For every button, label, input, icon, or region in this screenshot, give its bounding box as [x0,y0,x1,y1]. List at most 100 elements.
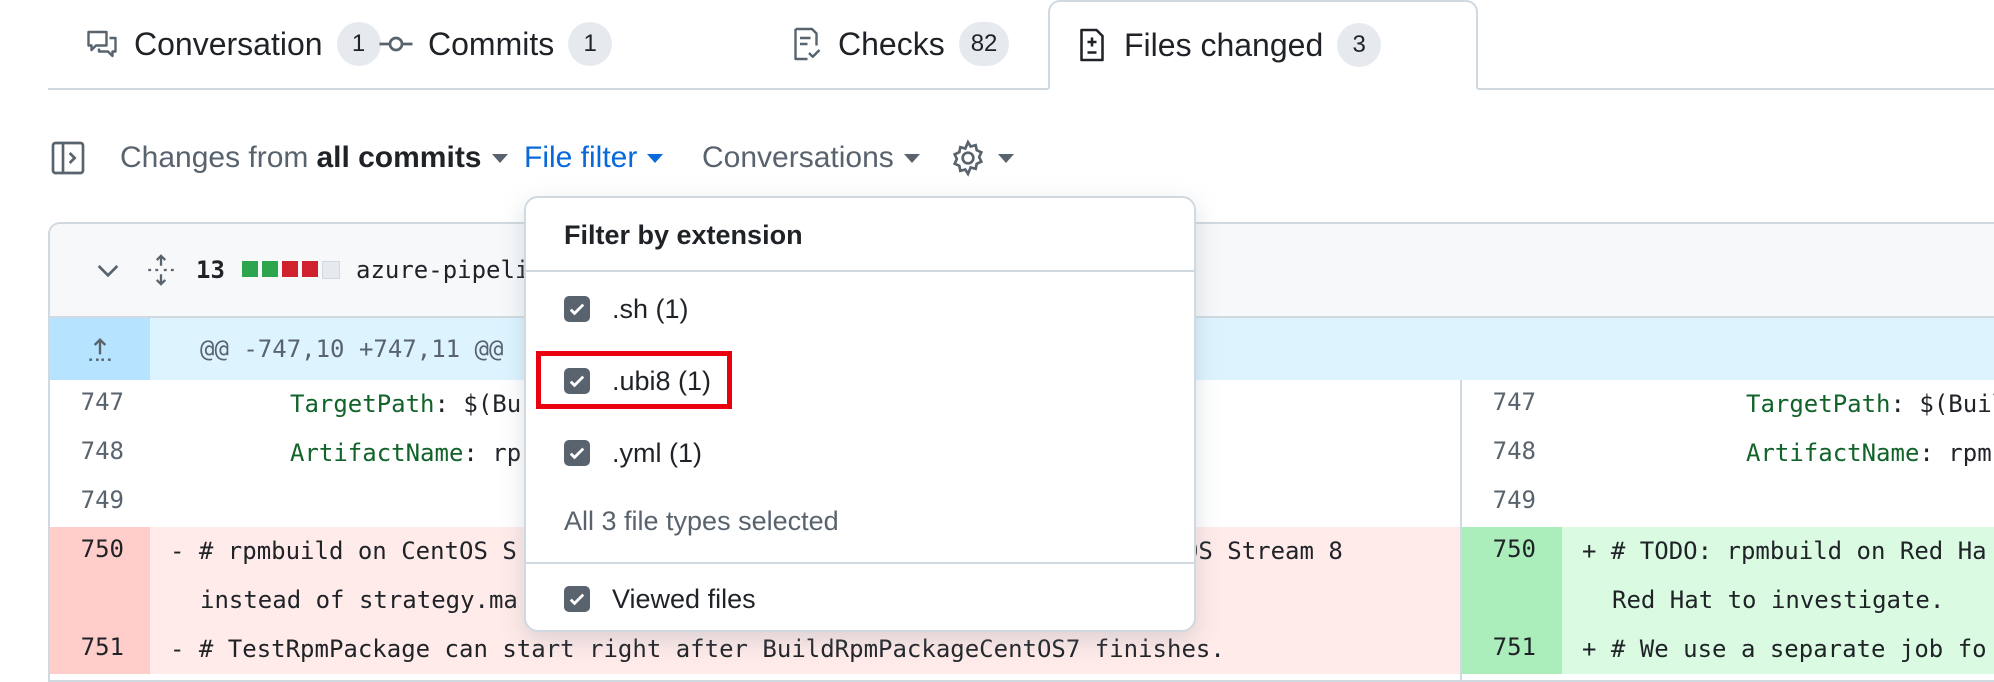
highlight-box [536,351,732,409]
line-number[interactable]: 750 [1462,527,1562,576]
code-line: TargetPath: $(Build. [1562,380,1994,429]
conversations-dropdown[interactable]: Conversations [702,130,920,186]
checkbox-checked-icon[interactable] [564,586,590,612]
caret-down-icon [492,154,508,163]
tab-counter: 1 [568,22,612,66]
tab-label: Files changed [1124,27,1323,64]
tab-checks[interactable]: Checks 82 [764,0,1033,88]
diff-toolbar: Changes from all commits File filter Con… [48,130,1048,186]
tab-counter: 3 [1337,23,1381,67]
line-number [50,576,150,625]
file-filter-menu: Filter by extension .sh (1) .ubi8 (1) .y… [524,196,1196,632]
tab-label: Checks [838,26,945,63]
yaml-value: : rpm-ce [1919,439,1994,467]
line-number[interactable]: 749 [50,478,150,527]
tab-counter: 82 [959,22,1010,66]
collapse-file-button[interactable] [92,224,124,316]
diff-marker: + [1582,537,1596,565]
caret-down-icon [904,154,920,163]
code-line [1562,478,1994,527]
fold-up-icon [84,333,116,365]
filter-option-sh[interactable]: .sh (1) [564,286,689,332]
conversations-label: Conversations [702,141,894,175]
caret-down-icon [998,154,1014,163]
changes-from-value: all commits [316,141,481,175]
code-text: Red Hat to investigate. [1612,586,1944,614]
yaml-value: : rp [463,439,521,467]
filter-option-yml[interactable]: .yml (1) [564,430,702,476]
code-text: instead of strategy.ma [200,586,518,614]
filter-option-label: Viewed files [612,584,756,615]
filter-option-label: .yml (1) [612,438,702,469]
menu-divider [526,270,1194,272]
file-filter-label: File filter [524,141,637,175]
line-number[interactable]: 751 [1462,625,1562,674]
yaml-value: : $(Bu [435,390,522,418]
tab-label: Conversation [134,26,323,63]
line-number[interactable]: 750 [50,527,150,576]
file-filter-dropdown[interactable]: File filter [524,130,663,186]
code-text: # rpmbuild on CentOS S [199,537,517,565]
menu-divider [526,562,1194,564]
line-number[interactable]: 747 [1462,380,1562,429]
yaml-value: : $(Build. [1891,390,1994,418]
diff-marker: - [170,537,184,565]
gear-icon [948,138,988,178]
diffstat-block-added [242,261,258,277]
checkbox-checked-icon[interactable] [564,440,590,466]
code-line: ArtifactName: rpm-ce [1562,429,1994,478]
changes-from-label: Changes from [120,141,308,175]
yaml-key: ArtifactName [290,439,463,467]
diff-marker: - [170,635,184,663]
expand-all-button[interactable] [144,224,178,316]
unfold-icon [144,253,178,287]
git-commit-icon [378,26,414,62]
line-number[interactable]: 747 [50,380,150,429]
code-text: # We use a separate job fo [1611,635,1987,663]
line-number[interactable]: 748 [50,429,150,478]
diffstat-block-added [262,261,278,277]
code-text: # TestRpmPackage can start right after B… [199,635,1225,663]
diffstat-block-deleted [302,261,318,277]
file-diff-icon [1074,27,1110,63]
filter-option-viewed-files[interactable]: Viewed files [564,576,756,622]
filter-option-label: .sh (1) [612,294,689,325]
changes-from-dropdown[interactable]: Changes from all commits [120,130,508,186]
hunk-text: @@ -747,10 +747,11 @@ [200,318,503,380]
chevron-down-icon [92,254,124,286]
comment-discussion-icon [84,26,120,62]
tab-commits[interactable]: Commits 1 [354,0,636,88]
diffstat [242,224,340,316]
diffstat-block-neutral [322,261,340,279]
tab-conversation[interactable]: Conversation 1 [60,0,405,88]
sidebar-toggle-button[interactable] [48,130,88,186]
line-number[interactable]: 748 [1462,429,1562,478]
file-name[interactable]: azure-pipeli [356,224,529,316]
yaml-key: ArtifactName [1746,439,1919,467]
diffstat-block-deleted [282,261,298,277]
code-line-added: Red Hat to investigate. [1562,576,1994,625]
tab-files-changed[interactable]: Files changed 3 [1048,0,1478,90]
code-text: # TODO: rpmbuild on Red Ha [1611,537,1987,565]
menu-title: Filter by extension [564,220,803,251]
yaml-key: TargetPath [1746,390,1891,418]
code-line-added: + # We use a separate job fo [1562,625,1994,674]
checklist-icon [788,26,824,62]
filter-summary: All 3 file types selected [564,506,839,537]
pr-tab-nav: Conversation 1 Commits 1 Checks 82 Files… [48,0,1994,90]
sidebar-expand-icon [48,138,88,178]
yaml-key: TargetPath [290,390,435,418]
diff-settings-button[interactable] [948,130,1014,186]
diff-marker: + [1582,635,1596,663]
checkbox-checked-icon[interactable] [564,296,590,322]
tab-label: Commits [428,26,554,63]
diff-row-deleted-added: 751 - # TestRpmPackage can start right a… [50,625,1994,674]
line-number [1462,576,1562,625]
expand-up-button[interactable] [50,318,150,380]
changes-count: 13 [196,224,225,316]
code-line-deleted: - # TestRpmPackage can start right after… [150,625,1460,674]
code-line-added: + # TODO: rpmbuild on Red Ha [1562,527,1994,576]
line-number[interactable]: 751 [50,625,150,674]
line-number[interactable]: 749 [1462,478,1562,527]
caret-down-icon [647,154,663,163]
